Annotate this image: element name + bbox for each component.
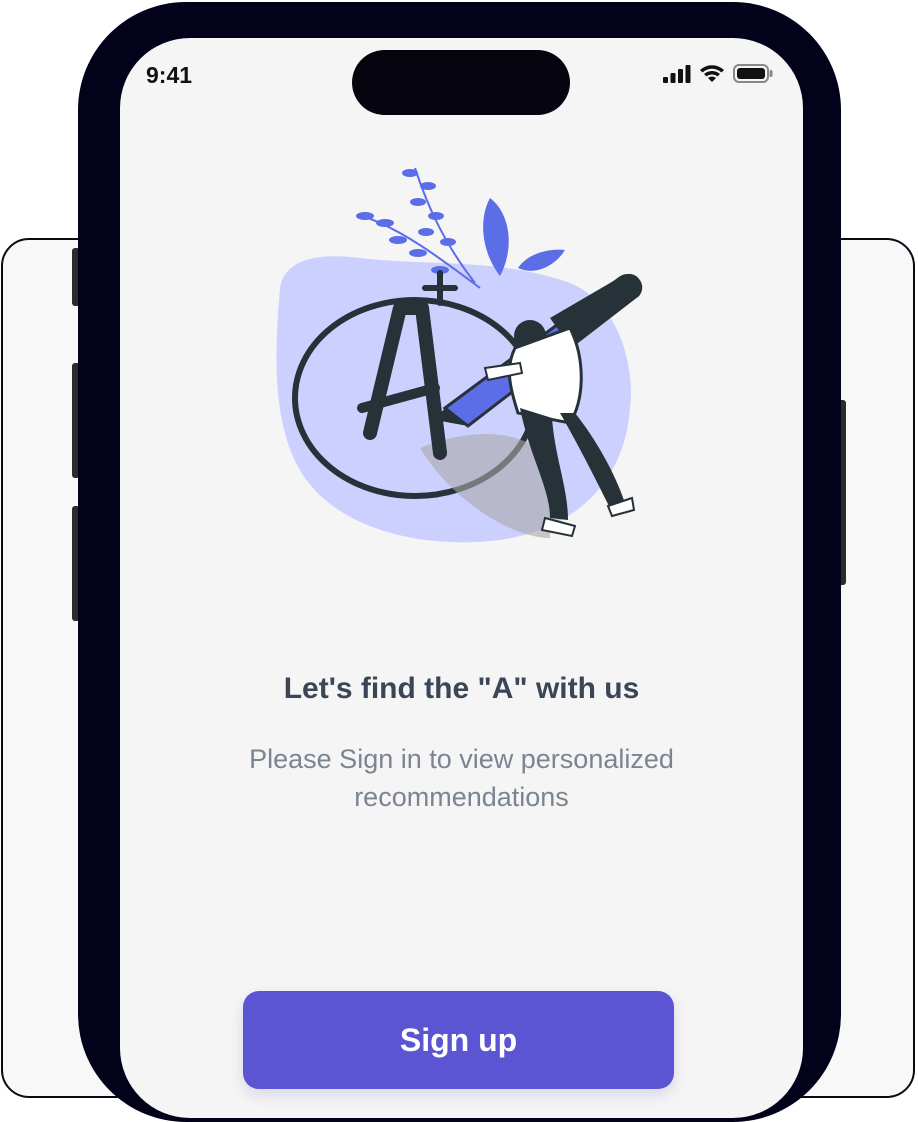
status-time: 9:41 <box>146 62 193 88</box>
wifi-icon <box>700 65 724 82</box>
onboarding-subtitle: Please Sign in to view personalized reco… <box>249 744 674 812</box>
grade-a-plus-illustration <box>276 167 643 543</box>
phone-screen: 9:41 Let's find the "A" with us Please S… <box>120 38 803 1118</box>
dynamic-island <box>352 50 570 115</box>
cellular-signal-icon <box>663 64 691 83</box>
onboarding-title: Let's find the "A" with us <box>283 672 640 705</box>
battery-icon <box>733 64 773 83</box>
status-icons <box>663 64 773 83</box>
sign-up-button[interactable]: Sign up <box>243 991 674 1089</box>
